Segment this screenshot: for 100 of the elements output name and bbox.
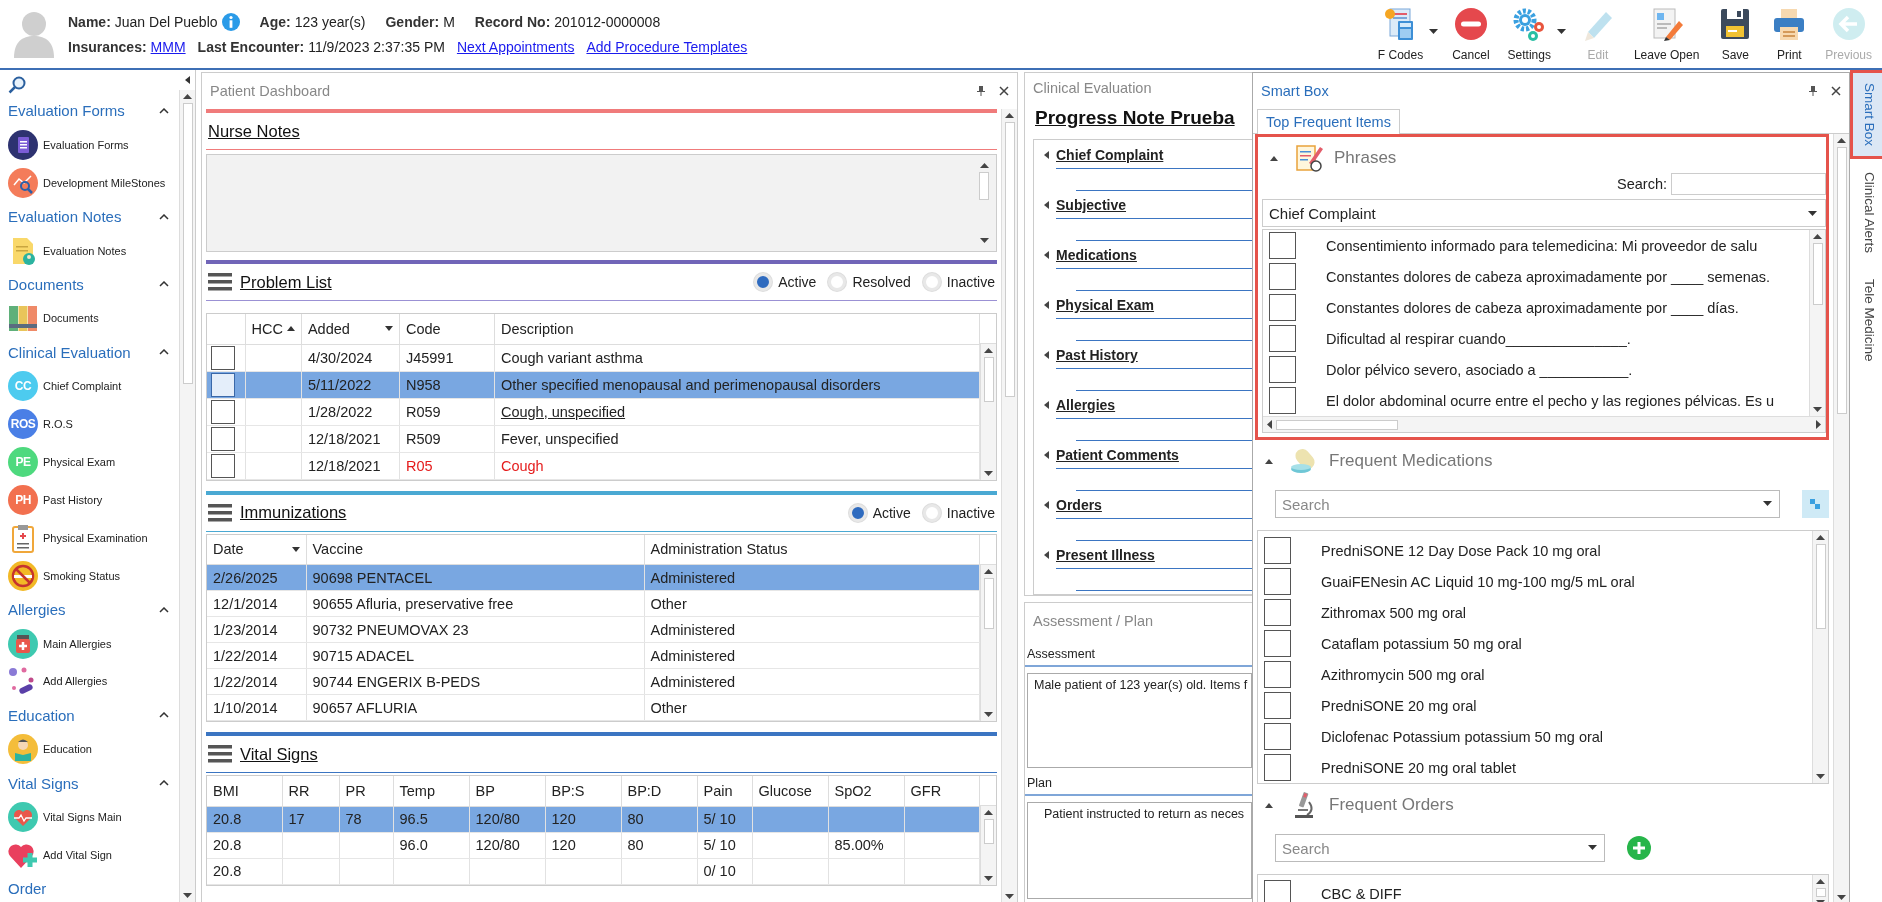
scroll-thumb[interactable] <box>1812 243 1823 306</box>
list-item[interactable]: Constantes dolores de cabeza aproximadamente por ____ semenas. <box>1263 261 1809 292</box>
toolbar-button[interactable]: Settings <box>1501 4 1557 64</box>
list-item[interactable]: Consentimiento informado para telemedicina: Mi proveedor de salu <box>1263 230 1809 261</box>
table-row[interactable]: 12/18/2021 R509 Fever, unspecified <box>207 425 980 452</box>
column-header[interactable]: HCC <box>245 314 302 344</box>
scroll-thumb[interactable] <box>1276 419 1398 430</box>
table-row[interactable]: 12/18/2021 R05 Cough <box>207 452 980 479</box>
section-title[interactable]: Frequent Orders <box>1329 795 1454 815</box>
nav-item[interactable]: ROS R.O.S <box>8 405 179 444</box>
table-row[interactable]: 1/22/2014 90715 ADACEL Administered <box>207 642 980 669</box>
toolbar-button[interactable]: Leave Open <box>1627 4 1706 64</box>
section-title[interactable]: Nurse Notes <box>208 121 300 141</box>
chevron-up-icon[interactable] <box>159 107 169 114</box>
collapse-icon[interactable] <box>1043 551 1049 559</box>
checkbox[interactable] <box>1269 263 1296 290</box>
table-row[interactable]: 20.8 0/ 10 <box>207 858 980 884</box>
table-row[interactable]: 2/26/2025 90698 PENTACEL Administered <box>207 564 980 591</box>
column-header[interactable]: BMI <box>207 776 282 806</box>
scroll-thumb[interactable] <box>979 172 989 200</box>
radio-option[interactable]: Inactive <box>922 503 995 522</box>
nav-item[interactable]: Smoking Status <box>8 556 179 595</box>
scroll-thumb[interactable] <box>983 357 994 402</box>
checkbox[interactable] <box>1264 692 1291 719</box>
toolbar-button[interactable]: Print <box>1765 4 1814 64</box>
column-header[interactable]: Code <box>399 314 495 344</box>
scroll-thumb[interactable] <box>1815 544 1826 630</box>
table-row[interactable]: 4/30/2024 J45991 Cough variant asthma <box>207 344 980 371</box>
search-combobox[interactable]: Search <box>1275 834 1605 862</box>
radio-option[interactable]: Active <box>754 273 817 291</box>
checkbox[interactable] <box>211 426 235 451</box>
column-header[interactable]: Added <box>301 314 400 344</box>
list-item[interactable]: PredniSONE 20 mg oral <box>1258 690 1812 721</box>
checkbox[interactable] <box>211 372 235 397</box>
table-row[interactable]: 1/28/2022 R059 Cough, unspecified <box>207 398 980 425</box>
info-icon[interactable] <box>221 13 240 31</box>
collapse-icon[interactable] <box>1043 351 1049 359</box>
nav-item[interactable]: Main Allergies <box>8 624 179 663</box>
scrollbar[interactable] <box>1263 416 1825 432</box>
group-header[interactable]: Order <box>8 880 47 898</box>
section-link[interactable]: Present Illness <box>1056 547 1155 563</box>
collapse-icon[interactable] <box>1043 401 1049 409</box>
scroll-thumb[interactable] <box>983 819 994 844</box>
column-header[interactable]: Vaccine <box>306 534 644 565</box>
checkbox[interactable] <box>1269 325 1296 352</box>
link[interactable]: Add Procedure Templates <box>586 39 748 55</box>
column-header[interactable]: Glucose <box>752 776 828 806</box>
column-header[interactable]: BP:S <box>545 776 621 806</box>
list-item[interactable]: Cataflam potassium 50 mg oral <box>1258 628 1812 659</box>
group-header[interactable]: Evaluation Forms <box>8 102 125 120</box>
section-link[interactable]: Subjective <box>1056 197 1127 213</box>
collapse-icon[interactable] <box>1043 251 1049 259</box>
nav-item[interactable]: Education <box>8 730 179 769</box>
nav-item[interactable]: Vital Signs Main <box>8 798 179 837</box>
scroll-thumb[interactable] <box>983 577 994 630</box>
column-header[interactable]: Temp <box>393 776 469 806</box>
collapse-icon[interactable] <box>1043 201 1049 209</box>
link[interactable]: Next Appointments <box>456 39 575 55</box>
section-link[interactable]: Orders <box>1056 497 1102 513</box>
sort-icon[interactable] <box>384 326 393 332</box>
section-link[interactable]: Patient Comments <box>1056 447 1179 463</box>
nav-item[interactable]: Add Vital Sign <box>8 836 179 874</box>
collapse-icon[interactable] <box>1265 458 1273 464</box>
close-icon[interactable] <box>1831 86 1841 96</box>
checkbox[interactable] <box>1264 723 1291 750</box>
collapse-icon[interactable] <box>1265 802 1273 808</box>
column-header[interactable]: Description <box>494 314 980 344</box>
nav-item[interactable]: Development MileStones <box>8 163 179 202</box>
checkbox[interactable] <box>211 345 235 370</box>
pin-icon[interactable] <box>1809 86 1817 96</box>
category-dropdown[interactable]: Chief Complaint <box>1262 199 1826 227</box>
add-button[interactable] <box>1627 836 1651 860</box>
checkbox[interactable] <box>1269 356 1296 383</box>
list-item[interactable]: PredniSONE 20 mg oral tablet <box>1258 752 1812 783</box>
sort-icon[interactable] <box>286 326 295 332</box>
list-item[interactable]: El dolor abdominal ocurre entre el pecho y las regiones pélvicas. Es u <box>1263 385 1809 416</box>
nav-item[interactable]: Documents <box>8 299 179 338</box>
search-combobox[interactable]: Search <box>1275 490 1780 518</box>
toolbar-button[interactable]: Cancel <box>1446 4 1496 64</box>
column-header[interactable]: BP <box>469 776 545 806</box>
nav-item[interactable]: Physical Examination <box>8 518 179 557</box>
collapse-icon[interactable] <box>1043 151 1049 159</box>
table-row[interactable]: 1/23/2014 90732 PNEUMOVAX 23 Administered <box>207 616 980 643</box>
column-header[interactable]: SpO2 <box>828 776 904 806</box>
scroll-thumb[interactable] <box>1836 147 1847 414</box>
scroll-thumb[interactable] <box>182 103 193 385</box>
toolbar-button[interactable]: Save <box>1711 4 1760 64</box>
scrollbar[interactable] <box>1809 230 1825 416</box>
section-link[interactable]: Chief Complaint <box>1056 147 1164 163</box>
section-link[interactable]: Past History <box>1056 347 1138 363</box>
table-row[interactable]: 20.8 17 78 96.5 120/80 120 80 5/ 10 <box>207 806 980 832</box>
side-tab[interactable]: Tele Medicine <box>1850 266 1882 375</box>
column-header[interactable]: Date <box>207 534 306 565</box>
section-title[interactable]: Frequent Medications <box>1329 451 1493 471</box>
scrollbar[interactable] <box>980 564 996 721</box>
scrollbar[interactable] <box>980 806 996 885</box>
close-icon[interactable] <box>999 86 1009 96</box>
options-button[interactable] <box>1801 490 1829 518</box>
scrollbar[interactable] <box>1833 134 1849 902</box>
scroll-thumb[interactable] <box>1004 122 1015 398</box>
